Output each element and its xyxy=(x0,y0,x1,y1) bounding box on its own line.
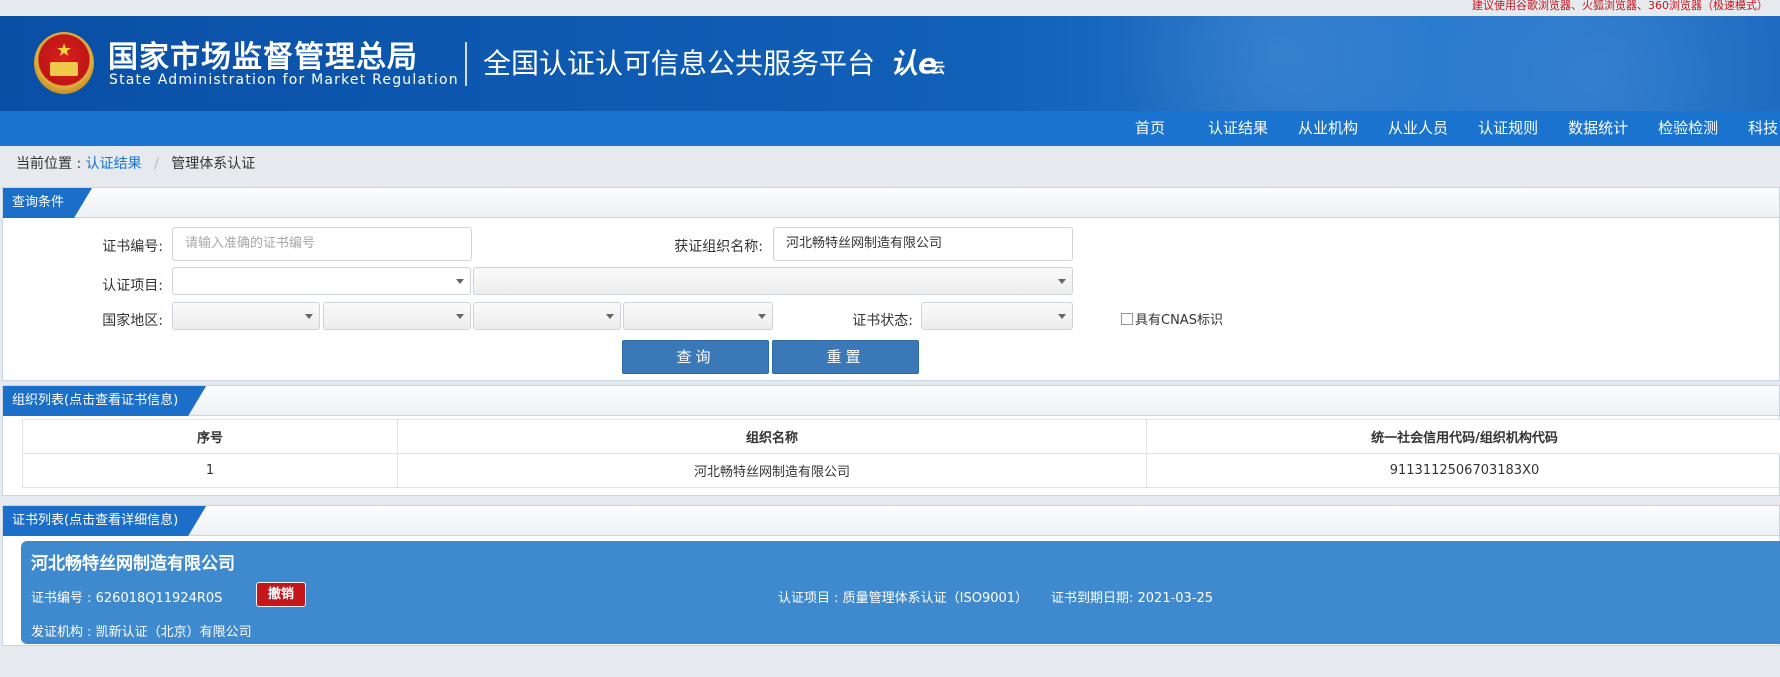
org-table-header-row: 序号 组织名称 统一社会信用代码/组织机构代码 xyxy=(22,419,1780,454)
cert-list-panel-header: 证书列表(点击查看详细信息) xyxy=(3,506,1779,536)
cert-subproject-select[interactable] xyxy=(473,267,1073,295)
chevron-down-icon xyxy=(606,314,614,319)
chevron-down-icon xyxy=(1058,279,1066,284)
nav-item-statistics[interactable]: 数据统计 xyxy=(1553,111,1643,146)
breadcrumb-separator: / xyxy=(154,156,159,172)
org-table: 序号 组织名称 统一社会信用代码/组织机构代码 1 河北畅特丝网制造有限公司 9… xyxy=(22,419,1780,488)
cert-card[interactable]: 河北畅特丝网制造有限公司 证书编号 : 626018Q11924R0S 撤销 认… xyxy=(21,541,1780,644)
header-decoration xyxy=(1060,16,1780,111)
chevron-down-icon xyxy=(1058,314,1066,319)
cnas-checkbox-label: 具有CNAS标识 xyxy=(1135,313,1223,328)
nav-item-practitioners[interactable]: 从业人员 xyxy=(1373,111,1463,146)
status-badge-revoked: 撤销 xyxy=(256,582,306,607)
site-header: ★ 国家市场监督管理总局 State Administration for Ma… xyxy=(0,16,1780,111)
breadcrumb-prefix: 当前位置 : xyxy=(16,156,82,172)
region-label: 国家地区: xyxy=(102,313,163,329)
cert-status-label: 证书状态: xyxy=(852,313,913,329)
logo-sub: 云 xyxy=(931,61,945,77)
renyun-logo[interactable]: 认e云 xyxy=(890,42,945,82)
org-list-title: 组织列表(点击查看证书信息) xyxy=(3,386,206,416)
cert-project-select[interactable] xyxy=(172,267,471,295)
org-name-label: 获证组织名称: xyxy=(674,239,763,255)
cell-credit-code: 9113112506703183X0 xyxy=(1146,453,1780,488)
col-header-index: 序号 xyxy=(22,419,398,454)
cell-org-name[interactable]: 河北畅特丝网制造有限公司 xyxy=(397,453,1147,488)
cert-no-label: 证书编号: xyxy=(102,239,163,255)
org-name-en: State Administration for Market Regulati… xyxy=(109,72,459,88)
org-name-input[interactable]: 河北畅特丝网制造有限公司 xyxy=(773,227,1073,261)
query-panel: 查询条件 证书编号: 请输入准确的证书编号 获证组织名称: 河北畅特丝网制造有限… xyxy=(2,187,1780,381)
cert-card-org-name: 河北畅特丝网制造有限公司 xyxy=(31,554,235,574)
query-panel-title: 查询条件 xyxy=(3,188,92,218)
nav-item-cert-rules[interactable]: 认证规则 xyxy=(1463,111,1553,146)
cert-list-title: 证书列表(点击查看详细信息) xyxy=(3,506,206,536)
query-panel-header: 查询条件 xyxy=(3,188,1779,218)
cnas-checkbox-option[interactable]: 具有CNAS标识 xyxy=(1121,309,1223,328)
breadcrumb-link-cert-results[interactable]: 认证结果 xyxy=(86,156,142,172)
table-row[interactable]: 1 河北畅特丝网制造有限公司 9113112506703183X0 xyxy=(22,453,1780,488)
chevron-down-icon xyxy=(758,314,766,319)
cnas-checkbox[interactable] xyxy=(1121,312,1133,325)
cell-index: 1 xyxy=(22,453,398,488)
cert-status-select[interactable] xyxy=(921,302,1073,330)
chevron-down-icon xyxy=(456,279,464,284)
region-select-1[interactable] xyxy=(172,302,320,330)
logo-text: 认e xyxy=(890,47,937,80)
nav-item-inspection[interactable]: 检验检测 xyxy=(1643,111,1733,146)
col-header-credit-code: 统一社会信用代码/组织机构代码 xyxy=(1146,419,1780,454)
nav-items: 首页 认证结果 从业机构 从业人员 认证规则 数据统计 检验检测 科技 xyxy=(1120,111,1780,146)
region-select-2[interactable] xyxy=(323,302,471,330)
breadcrumb: 当前位置 : 认证结果 / 管理体系认证 xyxy=(0,146,1780,182)
cert-card-number: 证书编号 : 626018Q11924R0S xyxy=(31,591,223,606)
nav-item-institutions[interactable]: 从业机构 xyxy=(1283,111,1373,146)
region-select-3[interactable] xyxy=(473,302,621,330)
platform-title: 全国认证认可信息公共服务平台 xyxy=(483,47,876,80)
cert-card-project: 认证项目 : 质量管理体系认证（ISO9001） xyxy=(778,591,1029,606)
cert-list-panel: 证书列表(点击查看详细信息) 河北畅特丝网制造有限公司 证书编号 : 62601… xyxy=(2,505,1780,646)
breadcrumb-current: 管理体系认证 xyxy=(171,156,256,172)
search-button[interactable]: 查询 xyxy=(622,340,769,374)
region-select-4[interactable] xyxy=(623,302,773,330)
national-emblem-icon: ★ xyxy=(34,32,94,94)
org-name-cn: 国家市场监督管理总局 xyxy=(108,40,418,75)
chevron-down-icon xyxy=(456,314,464,319)
nav-item-technology[interactable]: 科技 xyxy=(1733,111,1780,146)
org-list-panel-header: 组织列表(点击查看证书信息) xyxy=(3,386,1779,416)
cert-card-issuer: 发证机构 : 凯新认证（北京）有限公司 xyxy=(31,625,252,640)
col-header-org-name: 组织名称 xyxy=(397,419,1147,454)
reset-button[interactable]: 重置 xyxy=(772,340,919,374)
chevron-down-icon xyxy=(305,314,313,319)
org-list-panel: 组织列表(点击查看证书信息) 序号 组织名称 统一社会信用代码/组织机构代码 1… xyxy=(2,385,1780,496)
cert-card-expiry: 证书到期日期: 2021-03-25 xyxy=(1051,591,1214,606)
star-icon: ★ xyxy=(56,40,73,61)
cert-project-label: 认证项目: xyxy=(102,278,163,294)
cert-no-input[interactable]: 请输入准确的证书编号 xyxy=(172,227,472,261)
gate-icon xyxy=(50,62,78,76)
header-divider xyxy=(465,42,467,86)
nav-item-home[interactable]: 首页 xyxy=(1120,111,1193,146)
nav-item-cert-results[interactable]: 认证结果 xyxy=(1193,111,1283,146)
main-nav: 首页 认证结果 从业机构 从业人员 认证规则 数据统计 检验检测 科技 xyxy=(0,111,1780,146)
browser-recommendation-notice: 建议使用谷歌浏览器、火狐浏览器、360浏览器（极速模式） xyxy=(0,0,1780,16)
